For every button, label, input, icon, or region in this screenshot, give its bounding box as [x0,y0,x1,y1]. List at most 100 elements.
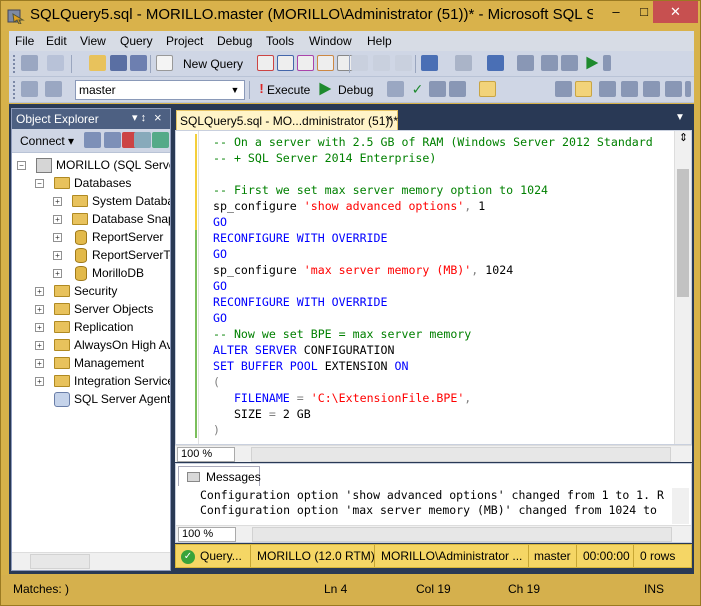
analysis-mdx-query-icon[interactable] [277,55,294,71]
new-project-icon[interactable] [47,55,64,71]
tree-node-security[interactable]: + Security [12,283,170,301]
editor-vscrollbar[interactable]: ⇕ [674,131,691,444]
include-actual-plan-icon[interactable] [555,81,572,97]
disconnect-icon[interactable] [104,132,121,148]
solution-explorer-icon[interactable] [541,55,558,71]
client-statistics-icon[interactable] [599,81,616,97]
expand-icon[interactable]: + [35,287,44,296]
tree-node-alwayson[interactable]: + AlwaysOn High Availability [12,337,170,355]
copy-icon[interactable] [373,55,390,71]
search-icon[interactable] [517,55,534,71]
save-all-icon[interactable] [130,55,147,71]
scrollbar-thumb[interactable] [677,169,689,297]
query-editor[interactable]: -- On a server with 2.5 GB of RAM (Windo… [175,130,692,445]
minimize-button[interactable]: – [601,1,631,23]
tree-node-database-snapshots[interactable]: + Database Snapshots [12,211,170,229]
menu-edit[interactable]: Edit [46,34,67,48]
expand-icon[interactable]: + [35,359,44,368]
expand-icon[interactable]: + [53,215,62,224]
pin-icon[interactable]: ▾ ↕ [132,111,146,124]
tree-node-server[interactable]: − MORILLO (SQL Server 12.0.2000 - MORILL… [12,157,170,175]
expand-icon[interactable]: + [53,233,62,242]
close-tab-icon[interactable]: × [386,113,392,125]
live-query-stats-icon[interactable] [575,81,592,97]
redo-icon[interactable] [455,55,472,71]
save-icon[interactable] [110,55,127,71]
menu-debug[interactable]: Debug [217,34,252,48]
connect-server-icon[interactable] [84,132,101,148]
xmla-query-icon[interactable] [317,55,334,71]
menu-query[interactable]: Query [120,34,153,48]
menu-view[interactable]: View [80,34,106,48]
filter-icon[interactable] [134,132,151,148]
tree-node-reportservertempdb[interactable]: + ReportServerTempDB [12,247,170,265]
split-handle-icon[interactable]: ⇕ [675,131,691,147]
collapse-icon[interactable]: − [35,179,44,188]
cancel-query-icon[interactable] [387,81,404,97]
display-estimated-plan-icon[interactable] [429,81,446,97]
query-designer-icon[interactable] [449,81,466,97]
toolbar-grip[interactable] [13,81,16,99]
indent-icon[interactable] [665,81,682,97]
undo-icon[interactable] [421,55,438,71]
refresh-icon[interactable] [152,132,169,148]
uncomment-icon[interactable] [643,81,660,97]
menu-help[interactable]: Help [367,34,392,48]
execute-button[interactable]: Execute [267,83,310,97]
toolbar-grip[interactable] [13,55,16,73]
close-icon[interactable]: × [154,110,162,125]
navigate-backward-icon[interactable] [487,55,504,71]
parse-check-icon[interactable]: ✓ [409,81,426,97]
open-file-icon[interactable] [89,55,106,71]
results-zoom-select[interactable]: 100 % [178,527,236,542]
tree-node-integration-services[interactable]: + Integration Services Catalogs [12,373,170,391]
menu-tools[interactable]: Tools [266,34,294,48]
tab-list-dropdown-icon[interactable]: ▼ [673,112,687,126]
scrollbar-thumb[interactable] [30,554,90,569]
tree-node-morillodb[interactable]: + MorilloDB [12,265,170,283]
chevron-down-icon[interactable]: ▼ [228,81,242,99]
menu-file[interactable]: File [15,34,34,48]
tree-node-databases[interactable]: − Databases [12,175,170,193]
tree-node-reportserver[interactable]: + ReportServer [12,229,170,247]
paste-icon[interactable] [395,55,412,71]
new-query-button[interactable]: New Query [183,57,243,71]
new-query-icon[interactable] [156,55,173,71]
expand-icon[interactable]: + [35,323,44,332]
tree-node-replication[interactable]: + Replication [12,319,170,337]
expand-icon[interactable]: + [35,305,44,314]
close-button[interactable]: ✕ [653,1,698,23]
debug-button[interactable]: Debug [338,83,373,97]
change-connection-icon[interactable] [45,81,62,97]
tab-sqlquery5[interactable]: SQLQuery5.sql - MO...dministrator (51))*… [176,110,398,130]
connect-button[interactable]: Connect ▾ [20,134,74,148]
menu-project[interactable]: Project [166,34,203,48]
connect-icon[interactable] [21,81,38,97]
available-databases-select[interactable]: master ▼ [75,80,245,100]
results-vscrollbar[interactable] [672,488,689,524]
properties-window-icon[interactable] [561,55,578,71]
cut-icon[interactable] [351,55,368,71]
editor-zoom-select[interactable]: 100 % [177,447,235,462]
toolbar-options-icon[interactable] [603,55,611,71]
tab-messages[interactable]: Messages [178,466,261,486]
editor-hscrollbar[interactable] [251,447,671,462]
tree-node-server-objects[interactable]: + Server Objects [12,301,170,319]
results-to-grid-icon[interactable] [479,81,496,97]
analysis-dmx-query-icon[interactable] [297,55,314,71]
collapse-icon[interactable]: − [17,161,26,170]
tree-node-management[interactable]: + Management [12,355,170,373]
activity-monitor-icon[interactable] [21,55,38,71]
expand-icon[interactable]: + [53,269,62,278]
results-hscrollbar[interactable] [252,527,672,542]
database-engine-query-icon[interactable] [257,55,274,71]
object-explorer-hscrollbar[interactable] [12,552,170,570]
start-debug-icon[interactable] [586,56,599,70]
comment-out-icon[interactable] [621,81,638,97]
expand-icon[interactable]: + [35,377,44,386]
expand-icon[interactable]: + [53,197,62,206]
tree-node-sql-server-agent[interactable]: SQL Server Agent [12,391,170,409]
expand-icon[interactable]: + [53,251,62,260]
toolbar-options-icon[interactable] [685,81,691,97]
expand-icon[interactable]: + [35,341,44,350]
